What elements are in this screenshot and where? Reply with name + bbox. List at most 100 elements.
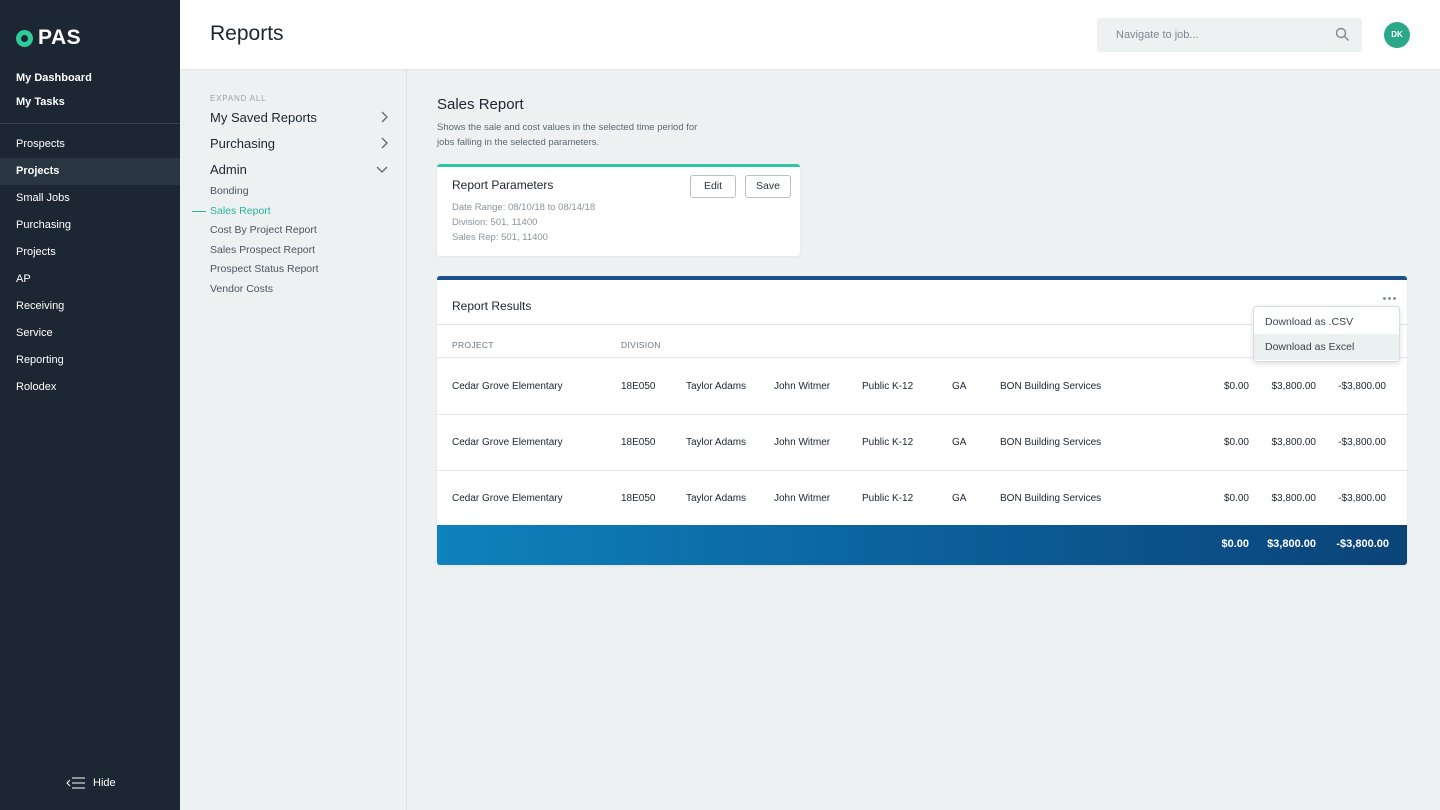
tree-item-vendor-costs[interactable]: Vendor Costs xyxy=(210,283,273,295)
cell-market: Public K-12 xyxy=(862,437,914,448)
tree-group-purchasing[interactable]: Purchasing xyxy=(210,136,388,151)
sidebar-item-my-dashboard[interactable]: My Dashboard xyxy=(0,70,180,94)
chevron-right-icon xyxy=(381,111,388,123)
results-title: Report Results xyxy=(452,299,532,313)
tree-group-label: My Saved Reports xyxy=(210,110,317,125)
sidebar-item-service[interactable]: Service xyxy=(0,320,180,347)
sidebar-nav: Prospects Projects Small Jobs Purchasing… xyxy=(0,131,180,401)
sidebar: PAS My Dashboard My Tasks Prospects Proj… xyxy=(0,0,180,810)
job-search xyxy=(1097,18,1362,52)
sidebar-item-reporting[interactable]: Reporting xyxy=(0,347,180,374)
cell-division: 18E050 xyxy=(621,493,656,504)
tree-item-cost-by-project-report[interactable]: Cost By Project Report xyxy=(210,224,317,236)
tree-item-bonding[interactable]: Bonding xyxy=(210,185,249,197)
tree-group-my-saved-reports[interactable]: My Saved Reports xyxy=(210,110,388,125)
tree-item-sales-report[interactable]: Sales Report xyxy=(210,205,271,217)
cell-project: Cedar Grove Elementary xyxy=(452,493,563,504)
table-row[interactable]: Cedar Grove Elementary 18E050 Taylor Ada… xyxy=(437,358,1407,414)
search-input[interactable] xyxy=(1097,18,1327,52)
cell-cost: $3,800.00 xyxy=(1271,381,1317,392)
cell-division: 18E050 xyxy=(621,437,656,448)
report-parameters-card: Report Parameters Edit Save Date Range: … xyxy=(437,164,800,256)
cell-company: BON Building Services xyxy=(1000,493,1102,504)
cell-sales-rep: Taylor Adams xyxy=(686,437,747,448)
cell-margin: -$3,800.00 xyxy=(1338,381,1386,392)
total-sale: $0.00 xyxy=(1221,538,1249,550)
chevron-right-icon xyxy=(381,137,388,149)
column-header-project[interactable]: PROJECT xyxy=(452,340,494,350)
column-header-division[interactable]: DIVISION xyxy=(621,340,661,350)
cell-estimator: John Witmer xyxy=(774,493,831,504)
cell-project: Cedar Grove Elementary xyxy=(452,437,563,448)
more-options-button[interactable] xyxy=(1378,291,1400,305)
tree-group-admin[interactable]: Admin xyxy=(210,162,388,177)
sidebar-item-rolodex[interactable]: Rolodex xyxy=(0,374,180,401)
param-sales-rep: Sales Rep: 501, 11400 xyxy=(452,232,548,243)
avatar[interactable]: DK xyxy=(1384,22,1410,48)
tree-item-sales-prospect-report[interactable]: Sales Prospect Report xyxy=(210,244,315,256)
logo-dot-icon xyxy=(16,29,33,47)
sidebar-item-small-jobs[interactable]: Small Jobs xyxy=(0,185,180,212)
hide-sidebar-button[interactable]: Hide xyxy=(66,777,116,789)
sidebar-top-links: My Dashboard My Tasks xyxy=(0,70,180,118)
param-date-range: Date Range: 08/10/18 to 08/14/18 xyxy=(452,202,596,213)
logo-text: PAS xyxy=(38,26,82,49)
report-tree: EXPAND ALL My Saved Reports Purchasing A… xyxy=(180,69,407,810)
cell-sales-rep: Taylor Adams xyxy=(686,381,747,392)
tree-group-label: Purchasing xyxy=(210,136,276,151)
search-icon[interactable] xyxy=(1335,27,1350,42)
sidebar-item-projects[interactable]: Projects xyxy=(0,158,180,185)
cell-margin: -$3,800.00 xyxy=(1338,493,1386,504)
report-description: Shows the sale and cost values in the se… xyxy=(437,122,698,148)
tree-item-prospect-status-report[interactable]: Prospect Status Report xyxy=(210,263,319,275)
cell-sales-rep: Taylor Adams xyxy=(686,493,747,504)
cell-market: Public K-12 xyxy=(862,493,914,504)
cell-cost: $3,800.00 xyxy=(1271,493,1317,504)
total-cost: $3,800.00 xyxy=(1267,538,1316,550)
cell-state: GA xyxy=(952,381,967,392)
expand-all-link[interactable]: EXPAND ALL xyxy=(210,94,266,103)
sidebar-divider xyxy=(0,123,180,124)
top-bar: Reports DK xyxy=(180,0,1440,69)
total-margin: -$3,800.00 xyxy=(1336,538,1389,550)
active-indicator xyxy=(192,211,206,212)
sidebar-item-purchasing[interactable]: Purchasing xyxy=(0,212,180,239)
cell-market: Public K-12 xyxy=(862,381,914,392)
cell-sale: $0.00 xyxy=(1223,437,1249,448)
cell-state: GA xyxy=(952,437,967,448)
hide-label: Hide xyxy=(93,777,116,789)
sidebar-item-projects-2[interactable]: Projects xyxy=(0,239,180,266)
cell-company: BON Building Services xyxy=(1000,437,1102,448)
cell-sale: $0.00 xyxy=(1223,493,1249,504)
table-row[interactable]: Cedar Grove Elementary 18E050 Taylor Ada… xyxy=(437,470,1407,526)
save-button[interactable]: Save xyxy=(745,175,791,198)
page-title: Reports xyxy=(210,22,284,45)
cell-division: 18E050 xyxy=(621,381,656,392)
table-row[interactable]: Cedar Grove Elementary 18E050 Taylor Ada… xyxy=(437,414,1407,470)
chevron-down-icon xyxy=(376,166,388,173)
cell-margin: -$3,800.00 xyxy=(1338,437,1386,448)
cell-company: BON Building Services xyxy=(1000,381,1102,392)
cell-sale: $0.00 xyxy=(1223,381,1249,392)
sidebar-item-prospects[interactable]: Prospects xyxy=(0,131,180,158)
cell-state: GA xyxy=(952,493,967,504)
tree-group-label: Admin xyxy=(210,162,247,177)
totals-row: $0.00 $3,800.00 -$3,800.00 xyxy=(437,525,1407,565)
report-title: Sales Report xyxy=(437,96,524,113)
param-division: Division: 501, 11400 xyxy=(452,217,538,228)
sidebar-item-my-tasks[interactable]: My Tasks xyxy=(0,94,180,118)
cell-estimator: John Witmer xyxy=(774,381,831,392)
sidebar-item-receiving[interactable]: Receiving xyxy=(0,293,180,320)
collapse-menu-icon xyxy=(66,777,85,789)
download-menu: Download as .CSV Download as Excel xyxy=(1253,306,1400,362)
parameters-title: Report Parameters xyxy=(452,178,554,192)
edit-button[interactable]: Edit xyxy=(690,175,736,198)
download-csv-option[interactable]: Download as .CSV xyxy=(1254,309,1399,335)
download-excel-option[interactable]: Download as Excel xyxy=(1254,334,1399,360)
cell-estimator: John Witmer xyxy=(774,437,831,448)
pas-logo[interactable]: PAS xyxy=(16,26,81,50)
sidebar-item-ap[interactable]: AP xyxy=(0,266,180,293)
cell-cost: $3,800.00 xyxy=(1271,437,1317,448)
more-dots-icon xyxy=(1382,296,1386,300)
cell-project: Cedar Grove Elementary xyxy=(452,381,563,392)
